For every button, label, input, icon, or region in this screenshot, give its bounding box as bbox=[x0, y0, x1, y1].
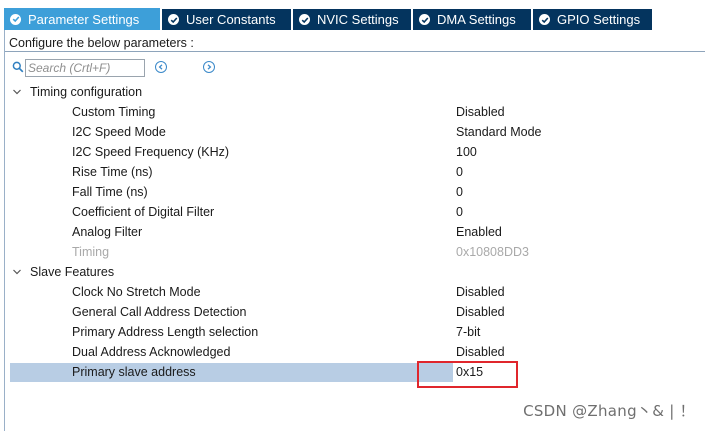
chevron-down-icon[interactable] bbox=[12, 88, 22, 96]
param-label: I2C Speed Mode bbox=[72, 125, 166, 139]
tab-label: Parameter Settings bbox=[28, 11, 140, 27]
param-row[interactable]: Rise Time (ns) 0 bbox=[0, 162, 705, 182]
watermark: CSDN @Zhang丶& | ！ bbox=[523, 402, 695, 420]
param-label: Primary slave address bbox=[72, 365, 196, 379]
param-row[interactable]: Clock No Stretch Mode Disabled bbox=[0, 282, 705, 302]
group-slave-features[interactable]: Slave Features bbox=[0, 262, 705, 282]
tab-bar: Parameter Settings User Constants NVIC S… bbox=[4, 8, 705, 30]
param-value[interactable]: 100 bbox=[456, 142, 477, 162]
search-input[interactable] bbox=[25, 59, 145, 77]
chevron-right-icon bbox=[207, 64, 212, 70]
tab-parameter-settings[interactable]: Parameter Settings bbox=[4, 8, 160, 30]
param-row[interactable]: Dual Address Acknowledged Disabled bbox=[0, 342, 705, 362]
param-label: Custom Timing bbox=[72, 105, 156, 119]
tab-label: NVIC Settings bbox=[317, 12, 399, 27]
param-label: Fall Time (ns) bbox=[72, 185, 148, 199]
param-label: Clock No Stretch Mode bbox=[72, 285, 201, 299]
check-circle-icon bbox=[539, 14, 550, 25]
check-circle-icon bbox=[419, 14, 430, 25]
check-circle-icon bbox=[168, 14, 179, 25]
param-label: I2C Speed Frequency (KHz) bbox=[72, 145, 230, 159]
configure-heading: Configure the below parameters : bbox=[5, 34, 705, 52]
search-previous-button[interactable] bbox=[155, 61, 167, 73]
tab-label: DMA Settings bbox=[437, 12, 516, 27]
param-value[interactable]: 0 bbox=[456, 202, 463, 222]
param-row[interactable]: General Call Address Detection Disabled bbox=[0, 302, 705, 322]
param-label: Coefficient of Digital Filter bbox=[72, 205, 215, 219]
param-value: 0x10808DD3 bbox=[456, 245, 529, 259]
group-title: Timing configuration bbox=[30, 85, 143, 99]
param-row[interactable]: Primary Address Length selection 7-bit bbox=[0, 322, 705, 342]
param-row-selected[interactable]: Primary slave address 0x15 bbox=[0, 362, 705, 382]
tab-nvic-settings[interactable]: NVIC Settings bbox=[293, 9, 411, 30]
param-row[interactable]: Fall Time (ns) 0 bbox=[0, 182, 705, 202]
param-label: Analog Filter bbox=[72, 225, 143, 239]
tab-dma-settings[interactable]: DMA Settings bbox=[413, 9, 531, 30]
param-label: Timing bbox=[72, 245, 110, 259]
annotation-highlight-box bbox=[417, 361, 518, 388]
tab-gpio-settings[interactable]: GPIO Settings bbox=[533, 9, 652, 30]
param-value[interactable]: 0 bbox=[456, 182, 463, 202]
param-value[interactable]: Standard Mode bbox=[456, 122, 541, 142]
check-circle-icon bbox=[299, 14, 310, 25]
param-value[interactable]: Enabled bbox=[456, 222, 502, 242]
param-value[interactable]: Disabled bbox=[456, 102, 505, 122]
tab-label: GPIO Settings bbox=[557, 12, 641, 27]
param-value[interactable]: Disabled bbox=[456, 302, 505, 322]
param-row[interactable]: I2C Speed Mode Standard Mode bbox=[0, 122, 705, 142]
tab-label: User Constants bbox=[186, 12, 276, 27]
tab-user-constants[interactable]: User Constants bbox=[162, 9, 291, 30]
param-row[interactable]: Custom Timing Disabled bbox=[0, 102, 705, 122]
param-label: Rise Time (ns) bbox=[72, 165, 153, 179]
search-next-button[interactable] bbox=[203, 61, 215, 73]
param-row[interactable]: I2C Speed Frequency (KHz) 100 bbox=[0, 142, 705, 162]
param-value[interactable]: Disabled bbox=[456, 282, 505, 302]
check-circle-icon bbox=[10, 13, 21, 25]
param-label: Dual Address Acknowledged bbox=[72, 345, 231, 359]
param-row[interactable]: Coefficient of Digital Filter 0 bbox=[0, 202, 705, 222]
param-row-disabled: Timing 0x10808DD3 bbox=[0, 242, 705, 262]
parameter-tree: Timing configuration Custom Timing Disab… bbox=[0, 82, 705, 382]
chevron-down-icon[interactable] bbox=[12, 268, 22, 276]
chevron-left-icon bbox=[158, 64, 163, 70]
param-value[interactable]: 7-bit bbox=[456, 322, 480, 342]
param-value[interactable]: Disabled bbox=[456, 342, 505, 362]
param-row[interactable]: Analog Filter Enabled bbox=[0, 222, 705, 242]
param-value[interactable]: 0 bbox=[456, 162, 463, 182]
search-icon bbox=[12, 61, 24, 73]
param-label: Primary Address Length selection bbox=[72, 325, 259, 339]
group-timing-configuration[interactable]: Timing configuration bbox=[0, 82, 705, 102]
param-label: General Call Address Detection bbox=[72, 305, 247, 319]
search-bar bbox=[10, 58, 700, 80]
group-title: Slave Features bbox=[30, 265, 115, 279]
